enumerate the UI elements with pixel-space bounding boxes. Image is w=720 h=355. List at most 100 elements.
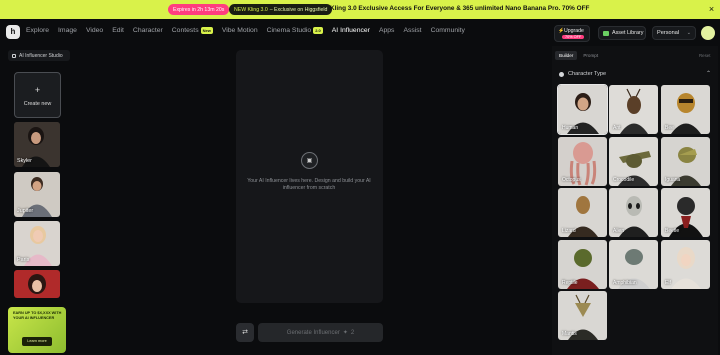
create-new-button[interactable]: + Create new [14, 72, 61, 118]
nav-item-label: Apps [378, 27, 395, 34]
persona-name: Paris [17, 257, 30, 263]
type-label: Amphibian [613, 280, 637, 286]
type-beetle[interactable]: Beetle [661, 188, 710, 237]
type-label: Crocodile [613, 177, 635, 183]
type-label: Reptile [562, 280, 578, 286]
type-ant[interactable]: Ant [609, 85, 658, 134]
builder-tabs: Builder Prompt [555, 51, 602, 60]
type-label: Bee [665, 125, 674, 131]
timer-badge: Expires in 2h 13m 20s [168, 4, 230, 15]
nav-item-character[interactable]: Character [133, 27, 163, 34]
upgrade-button[interactable]: ⚡ Upgrade 70% OFF [554, 25, 590, 42]
studio-label: AI Influencer Studio [19, 52, 63, 59]
image-icon: ▣ [301, 152, 318, 169]
nav-item-label: Contests [171, 27, 199, 34]
studio-icon [12, 53, 16, 58]
generate-label: Generate Influencer [286, 329, 340, 336]
kling-badge-suffix: – Exclusive on Higgsfield [269, 6, 328, 13]
close-icon[interactable]: × [706, 4, 717, 15]
type-label: Human [562, 125, 579, 131]
kling-badge-label: NEW Kling 3.0 [234, 6, 268, 13]
nav-item-apps[interactable]: Apps [379, 27, 395, 34]
banner-message[interactable]: Kling 3.0 Exclusive Access For Everyone … [330, 5, 589, 12]
type-label: Mantis [562, 331, 577, 337]
type-label: Beetle [665, 228, 680, 234]
persona-card[interactable] [14, 270, 60, 298]
folder-icon [603, 30, 609, 36]
type-elf[interactable]: Elf [661, 240, 710, 289]
section-title: Character Type [568, 71, 607, 77]
character-type-header[interactable]: Character Type ⌃ [559, 69, 711, 79]
type-label: Lizard [562, 228, 576, 234]
type-octopus[interactable]: Octopus [558, 137, 607, 186]
promo-banner: Expires in 2h 13m 20s NEW Kling 3.0 – Ex… [0, 0, 720, 19]
type-label: Ant [613, 125, 621, 131]
logo[interactable]: h [6, 25, 20, 39]
nav-item-ai-influencer[interactable]: AI Influencer [332, 27, 370, 34]
generate-cost: 2 [350, 329, 355, 336]
nav-item-contests[interactable]: Contests New [172, 27, 213, 34]
asset-library-label: Asset Library [612, 30, 644, 36]
workspace-label: Personal [657, 30, 680, 36]
avatar[interactable] [701, 26, 715, 40]
type-crocodile[interactable]: Crocodile [609, 137, 658, 186]
nav-item-label: AI Influencer [331, 27, 370, 34]
nav-item-video[interactable]: Video [86, 27, 103, 34]
learn-more-button[interactable]: Learn more [22, 337, 52, 346]
persona-card-skyler[interactable]: Skyler [14, 122, 60, 167]
character-icon [559, 71, 564, 77]
plus-icon: + [34, 85, 41, 95]
ai-influencer-studio-chip[interactable]: AI Influencer Studio [8, 50, 70, 61]
asset-library-button[interactable]: Asset Library [598, 26, 646, 40]
nav-item-edit[interactable]: Edit [112, 27, 124, 34]
reset-button[interactable]: Reset [699, 53, 710, 58]
nav-item-assist[interactable]: Assist [403, 27, 421, 34]
discount-badge: 70% OFF [562, 35, 585, 39]
preview-panel [236, 50, 383, 303]
nav-item-label: Explore [26, 27, 50, 34]
nav-item-explore[interactable]: Explore [26, 27, 49, 34]
nav-item-label: Video [85, 27, 104, 34]
type-amphibian[interactable]: Amphibian [609, 240, 658, 289]
empty-state-text: Your AI Influencer lives here. Design an… [247, 178, 371, 191]
chevron-down-icon: ⌄ [686, 30, 691, 36]
nav-item-label: Image [58, 27, 77, 34]
persona-name: Jupiter [17, 208, 34, 214]
nav-item-community[interactable]: Community [431, 27, 465, 34]
earn-promo-card: EARN UP TO $X,XXX WITH YOUR AI INFLUENCE… [8, 307, 66, 353]
tab-prompt[interactable]: Prompt [579, 51, 602, 60]
nav-item-cinema-studio[interactable]: Cinema Studio 2.0 [267, 27, 323, 34]
spark-icon: ✦ [342, 330, 348, 336]
type-human[interactable]: Human [557, 84, 608, 135]
persona-thumbnail [14, 270, 60, 298]
shuffle-button[interactable]: ⇄ [236, 323, 254, 342]
nav-menu: Explore Image Video Edit Character Conte… [26, 27, 465, 34]
chevron-up-icon: ⌃ [705, 71, 711, 77]
nav-item-label: Vibe Motion [221, 27, 258, 34]
type-reptile[interactable]: Reptile [558, 240, 607, 289]
generate-influencer-button[interactable]: Generate Influencer ✦ 2 [258, 323, 383, 342]
nav-item-label: Community [430, 27, 465, 34]
type-mantis[interactable]: Mantis [558, 291, 607, 340]
persona-card-jupiter[interactable]: Jupiter [14, 172, 60, 217]
version-tag: 2.0 [313, 27, 323, 34]
kling-badge[interactable]: NEW Kling 3.0 – Exclusive on Higgsfield [229, 4, 333, 15]
promo-text: EARN UP TO $X,XXX WITH YOUR AI INFLUENCE… [13, 311, 62, 320]
tab-builder[interactable]: Builder [555, 51, 578, 60]
new-tag: New [200, 27, 213, 34]
nav-item-label: Cinema Studio [266, 27, 312, 34]
type-label: Alien [613, 228, 625, 234]
type-bee[interactable]: Bee [661, 85, 710, 134]
persona-name: Skyler [17, 158, 32, 164]
type-iguana[interactable]: Iguana [661, 137, 710, 186]
persona-card-paris[interactable]: Paris [14, 221, 60, 266]
type-label: Elf [665, 280, 671, 286]
type-lizard[interactable]: Lizard [558, 188, 607, 237]
nav-item-label: Character [132, 27, 163, 34]
type-alien[interactable]: Alien [609, 188, 658, 237]
workspace-select[interactable]: Personal ⌄ [652, 26, 696, 40]
nav-item-vibe-motion[interactable]: Vibe Motion [222, 27, 258, 34]
nav-item-image[interactable]: Image [58, 27, 77, 34]
nav-item-label: Assist [403, 27, 422, 34]
type-label: Iguana [665, 177, 681, 183]
